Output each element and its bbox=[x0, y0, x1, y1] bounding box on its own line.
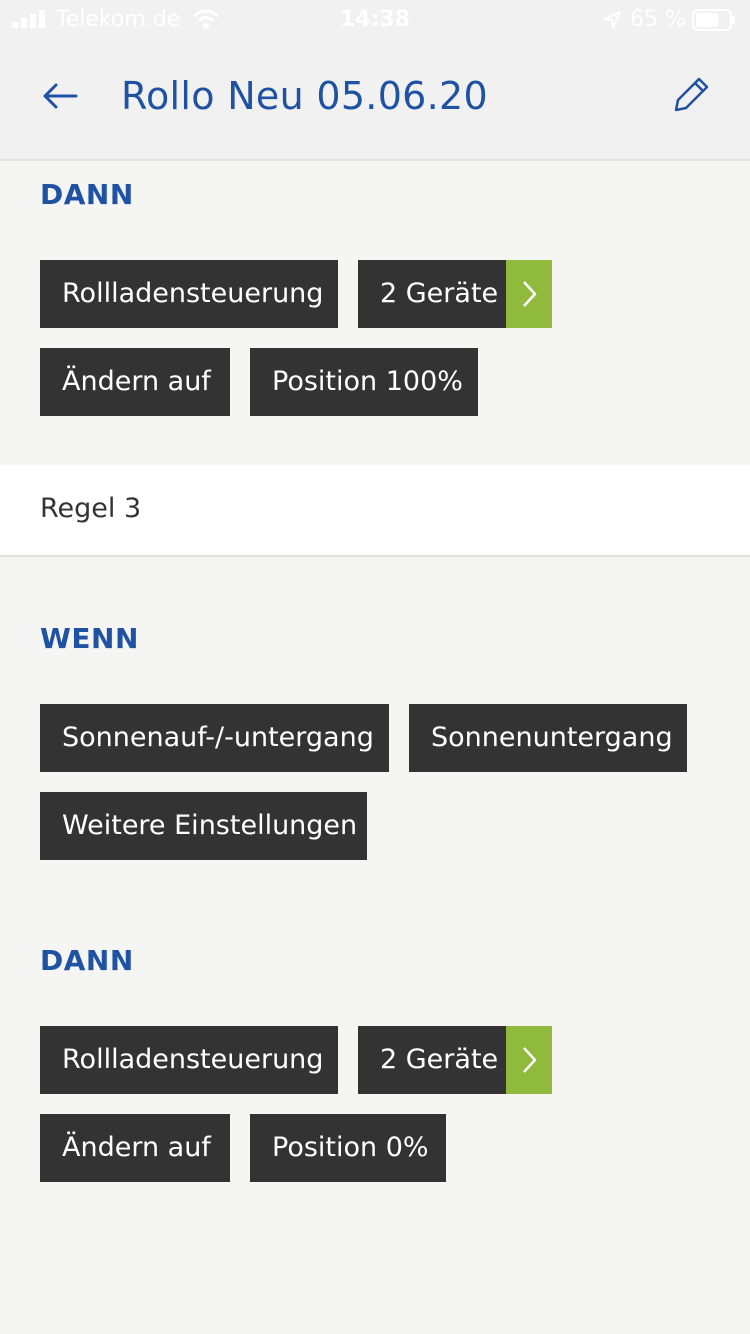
when-label: WENN bbox=[40, 622, 139, 655]
arrow-left-icon bbox=[43, 83, 78, 109]
battery-icon bbox=[692, 9, 735, 31]
edit-button[interactable] bbox=[668, 72, 714, 118]
devices-expand-button[interactable] bbox=[506, 1026, 552, 1094]
action-chip[interactable]: Ändern auf bbox=[40, 348, 230, 416]
position-value-chip[interactable]: Position 100% bbox=[250, 348, 478, 416]
chevron-right-icon bbox=[523, 1047, 537, 1073]
more-settings-chip[interactable]: Weitere Einstellungen bbox=[40, 792, 367, 860]
chevron-right-icon bbox=[523, 281, 537, 307]
rule-title: Regel 3 bbox=[40, 493, 142, 524]
device-type-chip[interactable]: Rollladensteuerung bbox=[40, 1026, 338, 1094]
action-chip[interactable]: Ändern auf bbox=[40, 1114, 230, 1182]
device-type-chip[interactable]: Rollladensteuerung bbox=[40, 260, 338, 328]
location-arrow-icon bbox=[603, 11, 621, 29]
battery-percentage: 65 % bbox=[630, 7, 686, 32]
devices-chip[interactable]: 2 Geräte bbox=[358, 1026, 506, 1094]
devices-chip[interactable]: 2 Geräte bbox=[358, 260, 506, 328]
pencil-icon bbox=[674, 77, 709, 112]
devices-expand-button[interactable] bbox=[506, 260, 552, 328]
then-label: DANN bbox=[40, 944, 134, 977]
back-button[interactable] bbox=[36, 72, 84, 120]
then-label: DANN bbox=[40, 178, 134, 211]
status-bar: Telekom.de 14:38 65 % bbox=[0, 0, 750, 40]
position-value-chip[interactable]: Position 0% bbox=[250, 1114, 446, 1182]
page-title: Rollo Neu 05.06.20 bbox=[121, 74, 488, 118]
trigger-chip[interactable]: Sonnenauf-/-untergang bbox=[40, 704, 389, 772]
rule-header[interactable]: Regel 3 bbox=[0, 465, 750, 557]
event-chip[interactable]: Sonnenuntergang bbox=[409, 704, 687, 772]
